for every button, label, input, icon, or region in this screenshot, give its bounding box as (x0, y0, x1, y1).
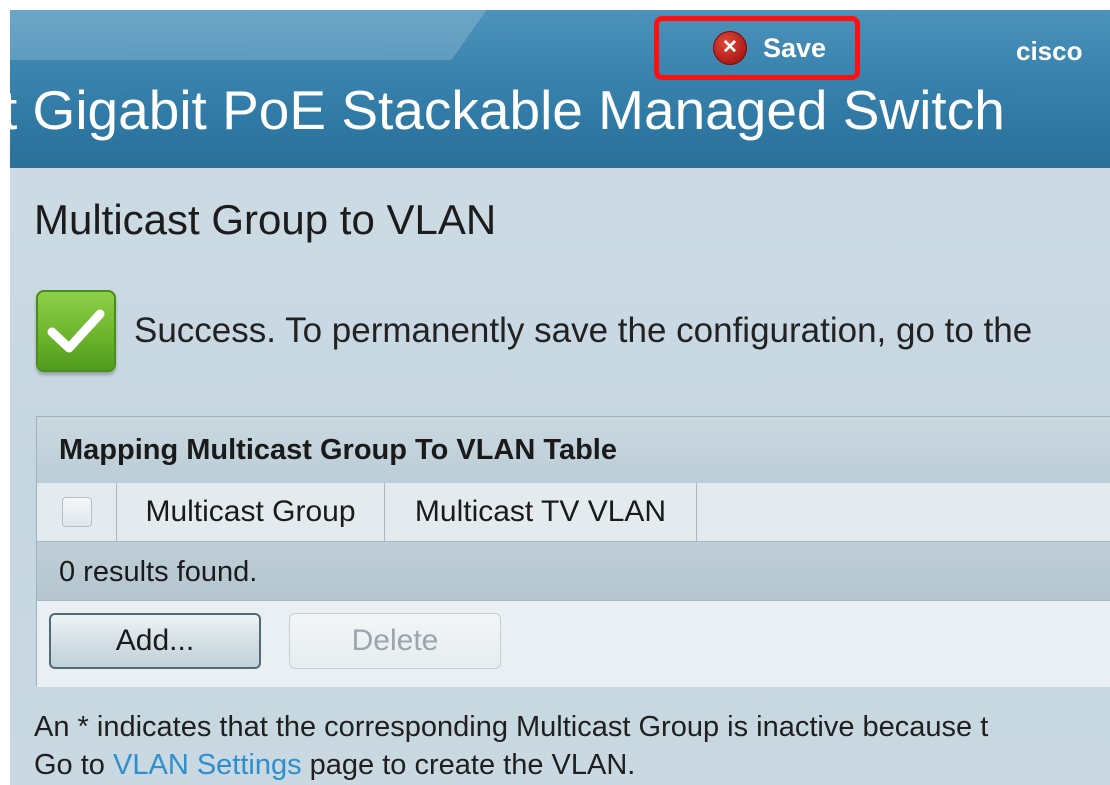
results-count: 0 results found. (59, 556, 258, 588)
column-header-multicast-group[interactable]: Multicast Group (117, 483, 385, 541)
select-all-checkbox[interactable] (61, 497, 92, 527)
close-circle-icon: ✕ (713, 31, 747, 65)
table-button-bar: Add... Delete (37, 601, 1110, 687)
header-gloss (10, 10, 529, 60)
app-window: ✕ Save cisco t Gigabit PoE Stackable Man… (10, 10, 1110, 785)
footnote-prefix: Go to (34, 749, 113, 781)
footnote: An * indicates that the corresponding Mu… (34, 708, 1110, 784)
add-button[interactable]: Add... (49, 613, 261, 669)
footnote-line-2: Go to VLAN Settings page to create the V… (34, 746, 1110, 784)
table-header-row: Multicast Group Multicast TV VLAN (37, 483, 1110, 542)
table-empty-row: 0 results found. (37, 542, 1110, 601)
table-title-bar: Mapping Multicast Group To VLAN Table (37, 417, 1110, 484)
column-header-multicast-tv-vlan[interactable]: Multicast TV VLAN (385, 483, 697, 541)
footnote-line-1: An * indicates that the corresponding Mu… (34, 711, 989, 743)
cisco-logo: cisco (1016, 36, 1083, 66)
vlan-settings-link[interactable]: VLAN Settings (113, 749, 302, 781)
footnote-suffix: page to create the VLAN. (301, 749, 636, 781)
save-button-label: Save (763, 32, 827, 63)
product-title: t Gigabit PoE Stackable Managed Switch (10, 79, 1005, 141)
page-title: Multicast Group to VLAN (34, 196, 497, 243)
select-column-header (37, 483, 117, 541)
mapping-table-panel: Mapping Multicast Group To VLAN Table Mu… (36, 416, 1110, 687)
header-bar: ✕ Save cisco t Gigabit PoE Stackable Man… (10, 10, 1110, 168)
table-title: Mapping Multicast Group To VLAN Table (59, 434, 617, 466)
save-highlight: ✕ Save (654, 16, 860, 80)
checkmark-icon (36, 290, 116, 372)
delete-button[interactable]: Delete (289, 613, 501, 669)
save-button[interactable]: ✕ Save (713, 31, 826, 65)
success-message: Success. To permanently save the configu… (134, 311, 1033, 350)
